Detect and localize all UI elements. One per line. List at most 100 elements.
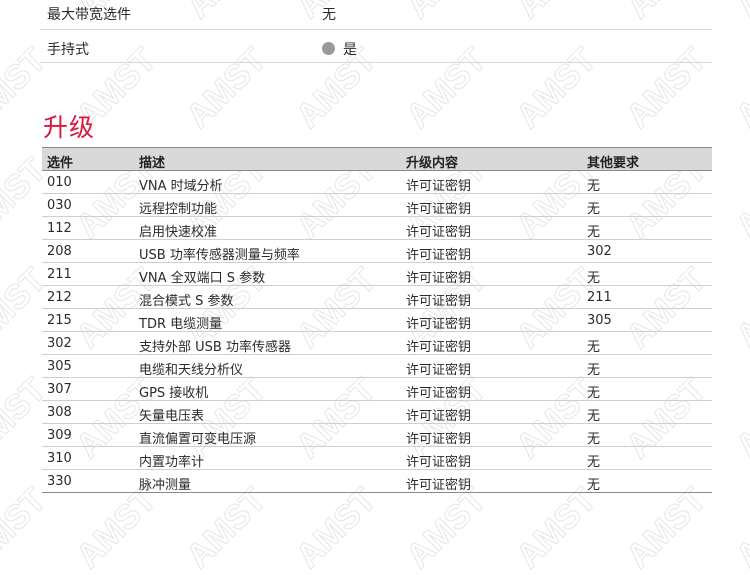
table-row: 112 启用快速校准 许可证密钥 无 — [42, 217, 712, 240]
cell-upgrade-content: 许可证密钥 — [406, 317, 472, 332]
cell-option: 310 — [47, 451, 72, 466]
spec-row-handheld: 手持式 是 — [40, 30, 712, 63]
cell-requirements: 无 — [587, 363, 601, 378]
table-row: 308 矢量电压表 许可证密钥 无 — [42, 401, 712, 424]
cell-description: 支持外部 USB 功率传感器 — [139, 340, 291, 355]
column-header-option: 选件 — [47, 156, 74, 171]
cell-description: 启用快速校准 — [139, 225, 218, 240]
cell-requirements: 无 — [587, 409, 601, 424]
watermark-logo: AMST — [619, 481, 714, 575]
cell-requirements: 无 — [587, 271, 601, 286]
cell-requirements: 无 — [587, 432, 601, 447]
column-header-description: 描述 — [139, 156, 166, 171]
cell-option: 215 — [47, 313, 72, 328]
spec-label: 最大带宽选件 — [47, 7, 131, 23]
cell-description: 内置功率计 — [139, 455, 205, 470]
bullet-dot-icon — [322, 42, 335, 55]
table-row: 010 VNA 时域分析 许可证密钥 无 — [42, 171, 712, 194]
table-row: 302 支持外部 USB 功率传感器 许可证密钥 无 — [42, 332, 712, 355]
cell-requirements: 无 — [587, 225, 601, 240]
cell-description: USB 功率传感器测量与频率 — [139, 248, 300, 263]
cell-upgrade-content: 许可证密钥 — [406, 248, 472, 263]
cell-requirements: 305 — [587, 313, 612, 328]
watermark-logo: AMST — [69, 481, 164, 575]
watermark-logo: AMST — [729, 41, 750, 136]
spec-value: 无 — [322, 7, 336, 23]
watermark-logo: AMST — [179, 481, 274, 575]
cell-description: 远程控制功能 — [139, 202, 218, 217]
table-row: 310 内置功率计 许可证密钥 无 — [42, 447, 712, 470]
watermark-logo: AMST — [729, 371, 750, 466]
watermark-logo: AMST — [729, 0, 750, 26]
cell-requirements: 211 — [587, 290, 612, 305]
cell-upgrade-content: 许可证密钥 — [406, 202, 472, 217]
upgrade-table: 选件 描述 升级内容 其他要求 010 VNA 时域分析 许可证密钥无 030 远程控制… — [42, 147, 712, 493]
cell-description: 矢量电压表 — [139, 409, 205, 424]
cell-option: 330 — [47, 474, 72, 489]
cell-upgrade-content: 许可证密钥 — [406, 363, 472, 378]
cell-option: 305 — [47, 359, 72, 374]
cell-option: 030 — [47, 198, 72, 213]
cell-upgrade-content: 许可证密钥 — [406, 455, 472, 470]
cell-option: 112 — [47, 221, 72, 236]
cell-description: VNA 时域分析 — [139, 179, 223, 194]
watermark-logo: AMST — [289, 481, 384, 575]
cell-requirements: 无 — [587, 340, 601, 355]
cell-upgrade-content: 许可证密钥 — [406, 432, 472, 447]
cell-upgrade-content: 许可证密钥 — [406, 271, 472, 286]
cell-requirements: 无 — [587, 455, 601, 470]
cell-upgrade-content: 许可证密钥 — [406, 386, 472, 401]
spec-table: 最大带宽选件 无 手持式 是 — [40, 0, 712, 63]
cell-upgrade-content: 许可证密钥 — [406, 294, 472, 309]
cell-option: 208 — [47, 244, 72, 259]
table-row: 208 USB 功率传感器测量与频率 许可证密钥 302 — [42, 240, 712, 263]
cell-option: 010 — [47, 175, 72, 190]
table-row: 307 GPS 接收机 许可证密钥 无 — [42, 378, 712, 401]
cell-requirements: 无 — [587, 179, 601, 194]
table-row: 215 TDR 电缆测量 许可证密钥 305 — [42, 309, 712, 332]
cell-option: 307 — [47, 382, 72, 397]
cell-option: 308 — [47, 405, 72, 420]
cell-description: VNA 全双端口 S 参数 — [139, 271, 266, 286]
cell-upgrade-content: 许可证密钥 — [406, 340, 472, 355]
cell-description: 脉冲测量 — [139, 478, 192, 493]
cell-upgrade-content: 许可证密钥 — [406, 409, 472, 424]
cell-requirements: 302 — [587, 244, 612, 259]
cell-upgrade-content: 许可证密钥 — [406, 225, 472, 240]
cell-description: GPS 接收机 — [139, 386, 209, 401]
table-header-row: 选件 描述 升级内容 其他要求 — [42, 147, 712, 171]
cell-option: 211 — [47, 267, 72, 282]
cell-description: TDR 电缆测量 — [139, 317, 223, 332]
cell-description: 直流偏置可变电压源 — [139, 432, 257, 447]
watermark-logo: AMST — [0, 481, 54, 575]
table-row: 211 VNA 全双端口 S 参数 许可证密钥 无 — [42, 263, 712, 286]
cell-option: 302 — [47, 336, 72, 351]
cell-requirements: 无 — [587, 478, 601, 493]
watermark-logo: AMST — [729, 261, 750, 356]
cell-requirements: 无 — [587, 202, 601, 217]
cell-upgrade-content: 许可证密钥 — [406, 179, 472, 194]
section-title: 升级 — [43, 113, 96, 142]
cell-requirements: 无 — [587, 386, 601, 401]
cell-option: 212 — [47, 290, 72, 305]
cell-description: 混合模式 S 参数 — [139, 294, 234, 309]
watermark-logo: AMST — [729, 481, 750, 575]
watermark-logo: AMST — [729, 151, 750, 246]
table-row: 330 脉冲测量 许可证密钥 无 — [42, 470, 712, 493]
spec-value-with-bullet: 是 — [322, 39, 357, 59]
table-body: 010 VNA 时域分析 许可证密钥无 030 远程控制功能 许可证密钥无 112 启用快速校… — [42, 171, 712, 493]
table-row: 309 直流偏置可变电压源 许可证密钥 无 — [42, 424, 712, 447]
table-row: 030 远程控制功能 许可证密钥 无 — [42, 194, 712, 217]
table-row: 212 混合模式 S 参数 许可证密钥 211 — [42, 286, 712, 309]
column-header-requirements: 其他要求 — [587, 156, 640, 171]
cell-description: 电缆和天线分析仪 — [139, 363, 244, 378]
spec-label: 手持式 — [47, 42, 89, 58]
column-header-upgrade-content: 升级内容 — [406, 156, 459, 171]
spec-row-max-bandwidth: 最大带宽选件 无 — [40, 0, 712, 30]
spec-value-text: 是 — [343, 42, 357, 58]
cell-upgrade-content: 许可证密钥 — [406, 478, 472, 493]
table-row: 305 电缆和天线分析仪 许可证密钥 无 — [42, 355, 712, 378]
cell-option: 309 — [47, 428, 72, 443]
watermark-logo: AMST — [399, 481, 494, 575]
watermark-logo: AMST — [509, 481, 604, 575]
